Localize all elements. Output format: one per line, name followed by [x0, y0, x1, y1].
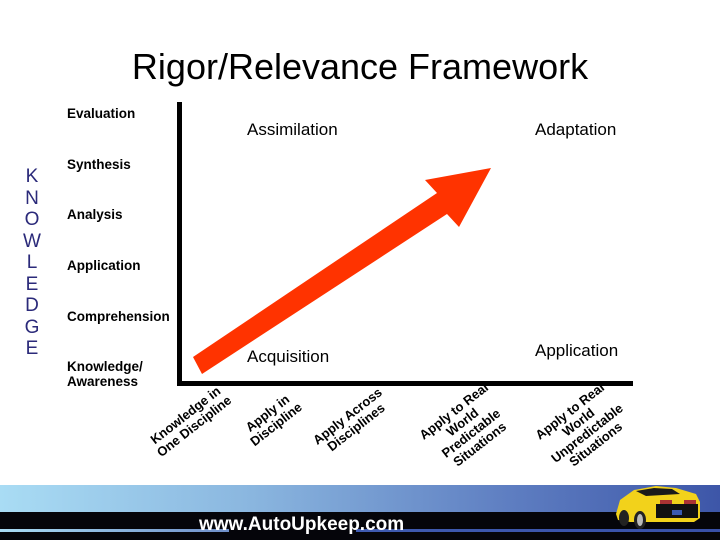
quadrant-adaptation: Adaptation — [535, 120, 617, 139]
footer-url[interactable]: www.AutoUpkeep.com — [199, 514, 404, 536]
footer-url-text[interactable]: www.AutoUpkeep.com — [199, 514, 404, 536]
quadrant-application: Application — [535, 341, 619, 360]
quadrant-assimilation: Assimilation — [247, 120, 338, 139]
car-icon — [616, 486, 700, 529]
quadrant-acquisition: Acquisition — [247, 347, 330, 366]
rigor-relevance-arrow — [193, 168, 491, 374]
arrow-shape — [193, 168, 491, 374]
footer-divider-left — [0, 529, 229, 532]
